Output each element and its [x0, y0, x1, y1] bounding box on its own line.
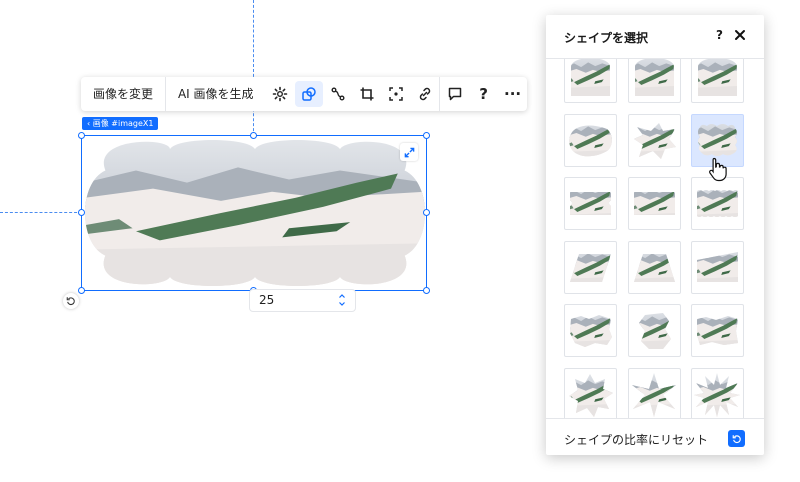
- link-button[interactable]: [411, 81, 439, 107]
- comment-button[interactable]: [441, 81, 469, 107]
- shape-thumbnail: [570, 315, 612, 347]
- shape-grid: [546, 59, 764, 418]
- shape-thumbnail: [571, 59, 610, 96]
- ai-generate-image-button[interactable]: AI 画像を生成: [166, 77, 266, 111]
- panel-header: シェイプを選択 ?: [546, 15, 764, 59]
- shape-option-shape-torn[interactable]: [564, 304, 617, 357]
- crop-button[interactable]: [353, 81, 381, 107]
- rotate-icon: [66, 297, 75, 306]
- shape-thumbnail: [570, 192, 611, 215]
- comment-icon: [448, 87, 461, 101]
- focal-point-button[interactable]: [382, 81, 410, 107]
- animation-button[interactable]: [324, 81, 352, 107]
- resize-handle-top-left[interactable]: [78, 132, 85, 139]
- reset-ratio-button[interactable]: [728, 430, 745, 447]
- more-actions-button[interactable]: ···: [499, 81, 527, 107]
- shape-value-stepper[interactable]: 25: [249, 289, 356, 312]
- shape-option-shape-splash[interactable]: [628, 114, 681, 167]
- shape-thumbnail: [634, 123, 676, 159]
- resize-handle-left[interactable]: [78, 209, 85, 216]
- gear-icon: [272, 86, 288, 102]
- shape-thumbnail: [570, 254, 611, 282]
- horizontal-guide-line: [0, 212, 82, 213]
- shape-mask-button[interactable]: [294, 81, 323, 107]
- shape-thumbnail: [632, 373, 676, 417]
- shape-picker-panel: シェイプを選択 ? シェイプの比率にリセット: [546, 15, 764, 455]
- shape-option-shape-slant[interactable]: [691, 241, 744, 294]
- shape-option-shape-arch-bottom-3[interactable]: [691, 59, 744, 103]
- selection-frame: [81, 135, 427, 291]
- panel-help-button[interactable]: ?: [716, 28, 723, 42]
- shape-option-shape-stamp[interactable]: [691, 177, 744, 230]
- editor-canvas: 画像を変更 AI 画像を生成 ? ··· ‹ 画像 #imageX1 25 シェ…: [0, 0, 800, 482]
- rotate-button[interactable]: [63, 293, 79, 309]
- chevron-up-icon[interactable]: [338, 292, 346, 300]
- help-button[interactable]: ?: [470, 81, 498, 107]
- reset-icon: [732, 434, 741, 443]
- shape-option-shape-arch-bottom-2[interactable]: [628, 59, 681, 103]
- resize-handle-top-right[interactable]: [423, 132, 430, 139]
- shape-option-shape-cloud[interactable]: [564, 114, 617, 167]
- shape-thumbnail: [697, 252, 738, 282]
- resize-handle-right[interactable]: [423, 209, 430, 216]
- focus-icon: [389, 87, 403, 101]
- shapes-icon: [302, 87, 316, 101]
- panel-title: シェイプを選択: [564, 31, 649, 45]
- path-icon: [331, 87, 345, 101]
- stepper-value: 25: [259, 293, 275, 307]
- reset-ratio-label: シェイプの比率にリセット: [564, 433, 709, 447]
- shape-option-shape-blob-vertical[interactable]: [628, 304, 681, 357]
- change-image-button[interactable]: 画像を変更: [81, 77, 165, 111]
- shape-thumbnail: [635, 59, 674, 96]
- hand-cursor-icon: [709, 157, 727, 182]
- shape-thumbnail: [569, 125, 612, 157]
- shape-thumbnail: [634, 254, 675, 282]
- settings-button[interactable]: [266, 81, 294, 107]
- element-id-tag[interactable]: ‹ 画像 #imageX1: [82, 117, 159, 130]
- expand-icon: [404, 147, 414, 157]
- shape-thumbnail: [569, 374, 613, 417]
- shape-option-shape-arch-bottom[interactable]: [564, 59, 617, 103]
- crop-icon: [360, 87, 374, 101]
- shape-option-shape-notched[interactable]: [628, 177, 681, 230]
- shape-option-shape-ticket[interactable]: [564, 177, 617, 230]
- image-toolbar: 画像を変更 AI 画像を生成 ? ···: [81, 77, 527, 111]
- shape-thumbnail: [694, 373, 740, 417]
- shape-option-shape-parallelogram[interactable]: [564, 241, 617, 294]
- panel-footer: シェイプの比率にリセット: [546, 418, 764, 455]
- shape-option-shape-trapezoid[interactable]: [628, 241, 681, 294]
- shape-option-shape-burst[interactable]: [564, 368, 617, 418]
- link-icon: [419, 87, 430, 101]
- shape-option-shape-flower[interactable]: [691, 368, 744, 418]
- resize-handle-bottom-right[interactable]: [423, 287, 430, 294]
- shape-option-shape-torn-rect[interactable]: [691, 304, 744, 357]
- shape-thumbnail: [639, 313, 671, 349]
- vertical-guide-line: [253, 0, 254, 136]
- shape-option-shape-star[interactable]: [628, 368, 681, 418]
- resize-handle-top[interactable]: [250, 132, 257, 139]
- shape-thumbnail: [634, 192, 675, 215]
- expand-button[interactable]: [400, 143, 418, 161]
- shape-thumbnail: [697, 190, 738, 217]
- shape-thumbnail: [698, 59, 737, 96]
- close-icon[interactable]: [734, 29, 746, 41]
- resize-handle-bottom-left[interactable]: [78, 287, 85, 294]
- chevron-down-icon[interactable]: [338, 300, 346, 308]
- shape-thumbnail: [697, 316, 738, 345]
